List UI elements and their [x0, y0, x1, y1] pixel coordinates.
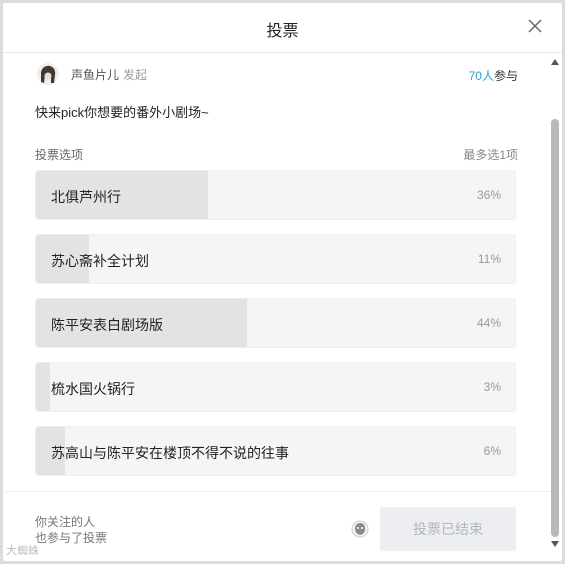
- max-choice-label: 最多选1项: [463, 148, 518, 162]
- avatar[interactable]: [37, 63, 59, 85]
- watermark-text: 大蜘蛛: [6, 545, 39, 557]
- participant-number: 70人: [468, 69, 494, 83]
- vote-author: 声鱼片儿 发起: [37, 62, 147, 86]
- vote-option[interactable]: 陈平安表白剧场版 44%: [35, 298, 516, 348]
- option-percent: 11%: [477, 252, 501, 266]
- vote-option[interactable]: 苏高山与陈平安在楼顶不得不说的往事 6%: [35, 426, 516, 476]
- participant-count: 70人参与: [469, 67, 518, 84]
- option-label: 苏心斋补全计划: [51, 253, 149, 269]
- friends-voted-text: 你关注的人 也参与了投票: [35, 514, 107, 546]
- scrollbar[interactable]: [549, 51, 561, 551]
- option-label: 北俱芦州行: [51, 189, 121, 205]
- vote-option[interactable]: 北俱芦州行 36%: [35, 170, 516, 220]
- close-icon[interactable]: [526, 17, 544, 35]
- modal-title: 投票: [266, 23, 299, 40]
- option-fill-bar: [36, 363, 51, 411]
- option-label: 苏高山与陈平安在楼顶不得不说的往事: [51, 445, 289, 461]
- scroll-up-arrow[interactable]: [551, 59, 559, 65]
- scroll-thumb[interactable]: [551, 119, 559, 537]
- options-header: 投票选项 最多选1项: [35, 146, 518, 163]
- option-label: 陈平安表白剧场版: [51, 317, 163, 333]
- option-percent: 6%: [483, 444, 501, 458]
- friend-avatar-icon[interactable]: [351, 520, 369, 538]
- watermark: 大蜘蛛: [6, 542, 39, 558]
- options-label: 投票选项: [35, 148, 84, 162]
- friends-line-1: 你关注的人: [35, 515, 96, 529]
- vote-option[interactable]: 梳水国火锅行 3%: [35, 362, 516, 412]
- author-name[interactable]: 声鱼片儿: [71, 66, 119, 83]
- scroll-down-arrow[interactable]: [551, 541, 559, 547]
- vote-option[interactable]: 苏心斋补全计划 11%: [35, 234, 516, 284]
- vote-content: 声鱼片儿 发起 70人参与 快来pick你想要的番外小剧场~ 投票选项 最多选1…: [3, 54, 562, 488]
- vote-modal: 投票 声鱼片儿 发起 70人参与 快来pick你想要的番外小剧场~ 投票选项 最…: [3, 3, 562, 561]
- option-percent: 36%: [476, 188, 501, 202]
- option-percent: 3%: [483, 380, 501, 394]
- friends-line-2: 也参与了投票: [35, 531, 108, 545]
- modal-header: 投票: [3, 3, 562, 53]
- option-percent: 44%: [476, 316, 501, 330]
- vote-question: 快来pick你想要的番外小剧场~: [35, 105, 209, 120]
- participant-suffix: 参与: [493, 69, 518, 83]
- modal-footer: 你关注的人 也参与了投票 投票已结束: [3, 491, 562, 561]
- option-label: 梳水国火锅行: [51, 381, 135, 397]
- vote-ended-button[interactable]: 投票已结束: [380, 507, 516, 551]
- author-suffix: 发起: [123, 67, 148, 82]
